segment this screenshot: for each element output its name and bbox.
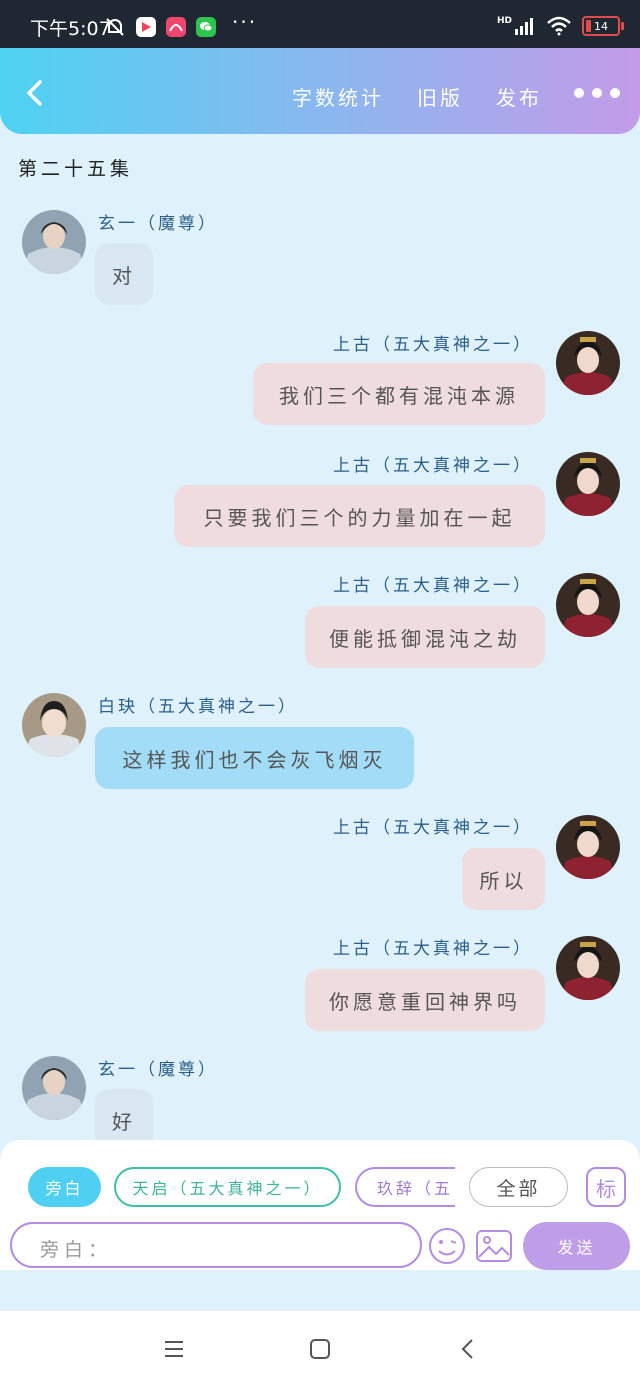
emoji-button[interactable] <box>427 1226 467 1266</box>
avatar-shanggu[interactable] <box>556 331 620 395</box>
avatar-shanggu[interactable] <box>556 452 620 516</box>
mute-bell-icon <box>106 18 124 36</box>
smiley-icon <box>429 1228 465 1264</box>
speaker-name: 上古（五大真神之一） <box>333 335 533 355</box>
message-bubble: 只要我们三个的力量加在一起 <box>174 485 545 547</box>
speaker-name: 上古（五大真神之一） <box>333 576 533 596</box>
send-button[interactable]: 发送 <box>523 1222 630 1270</box>
battery-level: 14 <box>594 19 608 33</box>
episode-title: 第二十五集 <box>18 158 134 180</box>
status-app-icons <box>104 16 216 38</box>
role-chip-tianqi[interactable]: 天启（五大真神之一） <box>114 1167 341 1207</box>
speaker-name: 上古（五大真神之一） <box>333 939 533 959</box>
network-label: HD <box>496 16 512 26</box>
mi-app-icon <box>166 17 186 37</box>
back-button[interactable] <box>20 76 48 110</box>
avatar-shanggu[interactable] <box>556 936 620 1000</box>
menu-icon[interactable] <box>162 1337 186 1361</box>
message-bubble: 便能抵御混沌之劫 <box>305 606 545 668</box>
chevron-left-icon <box>27 80 42 106</box>
avatar-xuanyi[interactable] <box>22 1056 86 1120</box>
speaker-name: 白玦（五大真神之一） <box>98 697 298 717</box>
message-bubble: 你愿意重回神界吗 <box>305 969 545 1031</box>
message-bubble: 我们三个都有混沌本源 <box>253 363 545 425</box>
signal-icon <box>515 18 533 35</box>
old-version-button[interactable]: 旧版 <box>417 82 463 111</box>
message-bubble: 所以 <box>462 848 545 910</box>
avatar-baijue[interactable] <box>22 693 86 757</box>
status-bar: 下午5:07 ··· HD 14 <box>0 0 640 48</box>
image-icon <box>476 1230 512 1262</box>
speaker-name: 玄一（魔尊） <box>98 214 218 234</box>
all-roles-button[interactable]: 全部 <box>469 1167 568 1207</box>
message-input[interactable]: 旁白： <box>10 1222 422 1268</box>
battery-icon: 14 <box>582 16 624 36</box>
role-chip-jiuci[interactable]: 玖辞（五 <box>355 1167 455 1207</box>
message-bubble: 这样我们也不会灰飞烟灭 <box>95 727 414 789</box>
avatar-shanggu[interactable] <box>556 573 620 637</box>
status-right: HD 14 <box>496 16 624 36</box>
video-app-icon <box>136 17 156 37</box>
avatar-xuanyi[interactable] <box>22 210 86 274</box>
message-bubble: 对 <box>95 243 153 305</box>
system-nav-bar <box>0 1310 640 1388</box>
role-chip-narration[interactable]: 旁白 <box>28 1167 101 1207</box>
image-button[interactable] <box>474 1226 514 1266</box>
status-time: 下午5:07 <box>30 18 111 40</box>
status-more: ··· <box>232 10 258 34</box>
speaker-name: 上古（五大真神之一） <box>333 456 533 476</box>
more-dots-icon[interactable] <box>574 88 620 98</box>
app-header: 字数统计 旧版 发布 <box>0 48 640 134</box>
wifi-icon <box>547 16 571 36</box>
avatar-shanggu[interactable] <box>556 815 620 879</box>
home-square-icon[interactable] <box>308 1337 332 1361</box>
wechat-icon <box>196 17 216 37</box>
input-placeholder: 旁白： <box>40 1239 113 1261</box>
word-count-button[interactable]: 字数统计 <box>292 82 384 111</box>
speaker-name: 上古（五大真神之一） <box>333 818 533 838</box>
back-arrow-icon[interactable] <box>456 1337 480 1361</box>
speaker-name: 玄一（魔尊） <box>98 1060 218 1080</box>
tag-button[interactable]: 标 <box>586 1167 626 1207</box>
composer-panel: 旁白 天启（五大真神之一） 玖辞（五 全部 标 旁白： 发送 <box>0 1140 640 1270</box>
publish-button[interactable]: 发布 <box>496 82 542 111</box>
